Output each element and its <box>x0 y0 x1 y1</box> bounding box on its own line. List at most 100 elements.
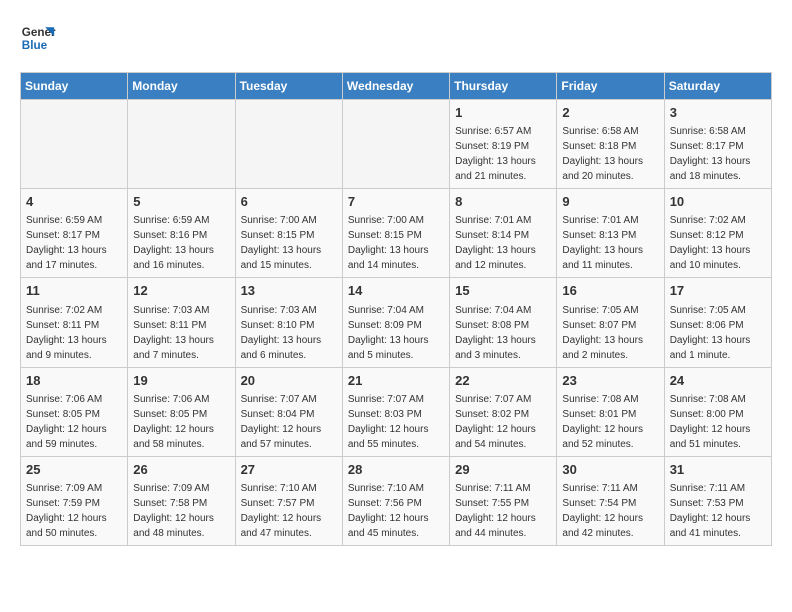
calendar-week-2: 4 Sunrise: 6:59 AM Sunset: 8:17 PM Daylig… <box>21 189 772 278</box>
calendar-cell <box>21 100 128 189</box>
day-info: Sunrise: 7:05 AM Sunset: 8:06 PM Dayligh… <box>670 305 751 361</box>
calendar-cell: 30 Sunrise: 7:11 AM Sunset: 7:54 PM Dayli… <box>557 456 664 545</box>
calendar-cell: 2 Sunrise: 6:58 AM Sunset: 8:18 PM Daylig… <box>557 100 664 189</box>
day-info: Sunrise: 7:06 AM Sunset: 8:05 PM Dayligh… <box>26 394 107 450</box>
day-number: 21 <box>348 372 444 390</box>
day-info: Sunrise: 7:10 AM Sunset: 7:56 PM Dayligh… <box>348 483 429 539</box>
calendar-cell: 15 Sunrise: 7:04 AM Sunset: 8:08 PM Dayli… <box>450 278 557 367</box>
day-number: 10 <box>670 193 766 211</box>
logo-icon: General Blue <box>20 20 56 56</box>
day-number: 26 <box>133 461 229 479</box>
day-info: Sunrise: 7:05 AM Sunset: 8:07 PM Dayligh… <box>562 305 643 361</box>
day-number: 31 <box>670 461 766 479</box>
day-info: Sunrise: 7:07 AM Sunset: 8:03 PM Dayligh… <box>348 394 429 450</box>
calendar-cell: 20 Sunrise: 7:07 AM Sunset: 8:04 PM Dayli… <box>235 367 342 456</box>
calendar-week-1: 1 Sunrise: 6:57 AM Sunset: 8:19 PM Daylig… <box>21 100 772 189</box>
day-number: 2 <box>562 104 658 122</box>
day-number: 6 <box>241 193 337 211</box>
svg-text:Blue: Blue <box>22 39 48 52</box>
day-info: Sunrise: 6:59 AM Sunset: 8:16 PM Dayligh… <box>133 215 214 271</box>
day-number: 5 <box>133 193 229 211</box>
day-number: 3 <box>670 104 766 122</box>
day-number: 25 <box>26 461 122 479</box>
day-info: Sunrise: 7:02 AM Sunset: 8:11 PM Dayligh… <box>26 305 107 361</box>
calendar-cell: 25 Sunrise: 7:09 AM Sunset: 7:59 PM Dayli… <box>21 456 128 545</box>
day-number: 13 <box>241 282 337 300</box>
calendar-cell: 12Sunrise: 7:03 AM Sunset: 8:11 PM Dayli… <box>128 278 235 367</box>
calendar-cell: 29 Sunrise: 7:11 AM Sunset: 7:55 PM Dayli… <box>450 456 557 545</box>
day-info: Sunrise: 7:11 AM Sunset: 7:53 PM Dayligh… <box>670 483 751 539</box>
calendar-week-3: 11 Sunrise: 7:02 AM Sunset: 8:11 PM Dayli… <box>21 278 772 367</box>
day-info: Sunrise: 7:04 AM Sunset: 8:08 PM Dayligh… <box>455 305 536 361</box>
calendar-cell: 23Sunrise: 7:08 AM Sunset: 8:01 PM Dayli… <box>557 367 664 456</box>
day-number: 30 <box>562 461 658 479</box>
day-info: Sunrise: 7:00 AM Sunset: 8:15 PM Dayligh… <box>348 215 429 271</box>
day-number: 7 <box>348 193 444 211</box>
calendar-cell: 21 Sunrise: 7:07 AM Sunset: 8:03 PM Dayli… <box>342 367 449 456</box>
calendar-cell: 11 Sunrise: 7:02 AM Sunset: 8:11 PM Dayli… <box>21 278 128 367</box>
calendar-cell: 18 Sunrise: 7:06 AM Sunset: 8:05 PM Dayli… <box>21 367 128 456</box>
calendar-cell: 6 Sunrise: 7:00 AM Sunset: 8:15 PM Daylig… <box>235 189 342 278</box>
day-info: Sunrise: 7:06 AM Sunset: 8:05 PM Dayligh… <box>133 394 214 450</box>
day-info: Sunrise: 7:08 AM Sunset: 8:00 PM Dayligh… <box>670 394 751 450</box>
calendar-cell: 16 Sunrise: 7:05 AM Sunset: 8:07 PM Dayli… <box>557 278 664 367</box>
calendar-cell: 31 Sunrise: 7:11 AM Sunset: 7:53 PM Dayli… <box>664 456 771 545</box>
calendar-cell: 28 Sunrise: 7:10 AM Sunset: 7:56 PM Dayli… <box>342 456 449 545</box>
calendar-cell <box>342 100 449 189</box>
day-info: Sunrise: 6:58 AM Sunset: 8:18 PM Dayligh… <box>562 126 643 182</box>
day-info: Sunrise: 7:01 AM Sunset: 8:13 PM Dayligh… <box>562 215 643 271</box>
day-number: 1 <box>455 104 551 122</box>
calendar-cell: 10 Sunrise: 7:02 AM Sunset: 8:12 PM Dayli… <box>664 189 771 278</box>
day-info: Sunrise: 7:03 AM Sunset: 8:11 PM Dayligh… <box>133 305 214 361</box>
day-info: Sunrise: 6:57 AM Sunset: 8:19 PM Dayligh… <box>455 126 536 182</box>
calendar-cell: 8Sunrise: 7:01 AM Sunset: 8:14 PM Daylig… <box>450 189 557 278</box>
calendar-cell <box>235 100 342 189</box>
calendar-cell: 7 Sunrise: 7:00 AM Sunset: 8:15 PM Daylig… <box>342 189 449 278</box>
day-info: Sunrise: 7:11 AM Sunset: 7:55 PM Dayligh… <box>455 483 536 539</box>
day-number: 28 <box>348 461 444 479</box>
calendar-cell: 1 Sunrise: 6:57 AM Sunset: 8:19 PM Daylig… <box>450 100 557 189</box>
calendar-cell: 27 Sunrise: 7:10 AM Sunset: 7:57 PM Dayli… <box>235 456 342 545</box>
calendar-cell: 22 Sunrise: 7:07 AM Sunset: 8:02 PM Dayli… <box>450 367 557 456</box>
day-number: 11 <box>26 282 122 300</box>
calendar-table: SundayMondayTuesdayWednesdayThursdayFrid… <box>20 72 772 546</box>
day-number: 29 <box>455 461 551 479</box>
day-number: 23 <box>562 372 658 390</box>
day-info: Sunrise: 7:07 AM Sunset: 8:02 PM Dayligh… <box>455 394 536 450</box>
day-number: 18 <box>26 372 122 390</box>
calendar-cell: 9 Sunrise: 7:01 AM Sunset: 8:13 PM Daylig… <box>557 189 664 278</box>
calendar-cell: 4 Sunrise: 6:59 AM Sunset: 8:17 PM Daylig… <box>21 189 128 278</box>
calendar-week-5: 25 Sunrise: 7:09 AM Sunset: 7:59 PM Dayli… <box>21 456 772 545</box>
calendar-header-sunday: Sunday <box>21 73 128 100</box>
day-number: 19 <box>133 372 229 390</box>
calendar-header-saturday: Saturday <box>664 73 771 100</box>
calendar-header-thursday: Thursday <box>450 73 557 100</box>
calendar-header-friday: Friday <box>557 73 664 100</box>
day-number: 15 <box>455 282 551 300</box>
calendar-header-tuesday: Tuesday <box>235 73 342 100</box>
day-number: 20 <box>241 372 337 390</box>
page-header: General Blue <box>20 20 772 56</box>
calendar-header-row: SundayMondayTuesdayWednesdayThursdayFrid… <box>21 73 772 100</box>
logo: General Blue <box>20 20 56 56</box>
calendar-cell: 26 Sunrise: 7:09 AM Sunset: 7:58 PM Dayli… <box>128 456 235 545</box>
day-number: 24 <box>670 372 766 390</box>
day-number: 16 <box>562 282 658 300</box>
day-number: 4 <box>26 193 122 211</box>
day-info: Sunrise: 7:11 AM Sunset: 7:54 PM Dayligh… <box>562 483 643 539</box>
day-number: 8 <box>455 193 551 211</box>
day-info: Sunrise: 7:09 AM Sunset: 7:59 PM Dayligh… <box>26 483 107 539</box>
day-info: Sunrise: 7:07 AM Sunset: 8:04 PM Dayligh… <box>241 394 322 450</box>
day-number: 27 <box>241 461 337 479</box>
day-info: Sunrise: 7:10 AM Sunset: 7:57 PM Dayligh… <box>241 483 322 539</box>
day-info: Sunrise: 7:02 AM Sunset: 8:12 PM Dayligh… <box>670 215 751 271</box>
day-number: 22 <box>455 372 551 390</box>
calendar-cell: 19 Sunrise: 7:06 AM Sunset: 8:05 PM Dayli… <box>128 367 235 456</box>
day-info: Sunrise: 6:58 AM Sunset: 8:17 PM Dayligh… <box>670 126 751 182</box>
day-info: Sunrise: 7:00 AM Sunset: 8:15 PM Dayligh… <box>241 215 322 271</box>
calendar-cell: 14Sunrise: 7:04 AM Sunset: 8:09 PM Dayli… <box>342 278 449 367</box>
day-info: Sunrise: 7:09 AM Sunset: 7:58 PM Dayligh… <box>133 483 214 539</box>
day-number: 9 <box>562 193 658 211</box>
day-info: Sunrise: 6:59 AM Sunset: 8:17 PM Dayligh… <box>26 215 107 271</box>
calendar-header-wednesday: Wednesday <box>342 73 449 100</box>
